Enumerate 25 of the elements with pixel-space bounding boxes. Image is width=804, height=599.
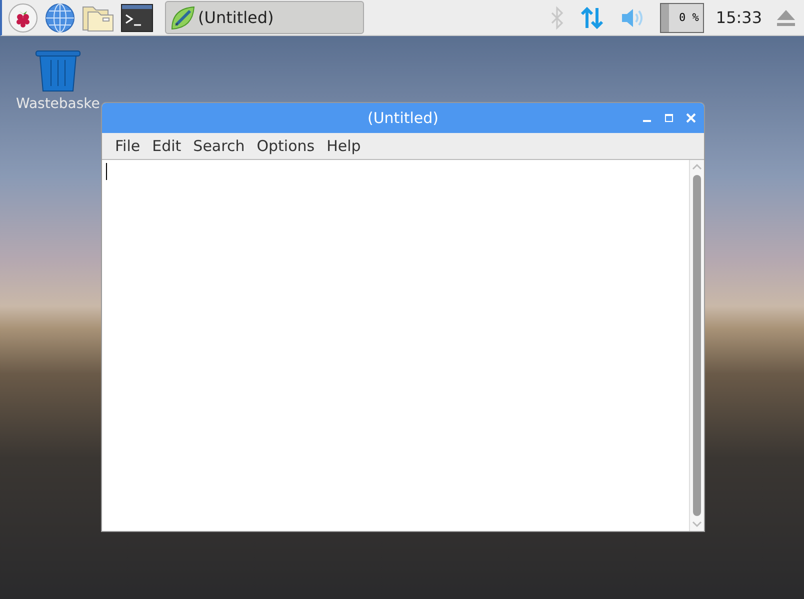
scrollbar[interactable] [689,160,704,531]
text-cursor [106,163,107,180]
cpu-reading: 0 % [679,11,700,24]
clock-time: 15:33 [716,8,762,27]
folder-icon[interactable] [82,4,114,32]
globe-icon[interactable] [45,2,75,32]
up-down-arrows-icon[interactable] [580,6,604,30]
close-icon[interactable] [686,113,696,123]
eject-icon[interactable] [776,8,796,26]
terminal-icon[interactable] [121,4,153,32]
cpu-usage-graph [660,4,669,32]
icon-label: Wastebaske [16,96,100,112]
bluetooth-icon[interactable] [550,6,564,30]
menu-item[interactable]: Options [252,137,320,155]
raspberry-icon[interactable] [8,2,38,32]
menu-item[interactable]: File [110,137,146,155]
wastebasket-icon[interactable] [34,50,81,92]
menu-item[interactable]: Help [322,137,366,155]
task-button[interactable]: (Untitled) [165,1,364,34]
maximize-icon[interactable] [664,113,674,123]
menu-item[interactable]: Search [188,137,250,155]
window-title: (Untitled) [367,109,439,127]
leaf-pencil-icon [170,4,196,30]
menu-item[interactable]: Edit [147,137,186,155]
scroll-thumb[interactable] [693,175,701,516]
